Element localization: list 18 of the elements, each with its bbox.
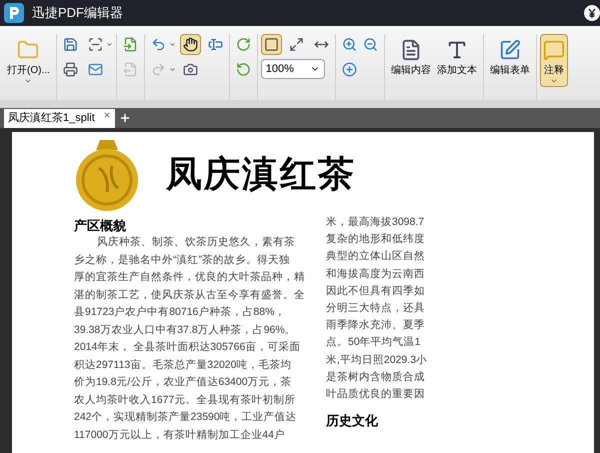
section-heading: 产区概貌 (74, 218, 127, 234)
document-title: 凤庆滇红茶 (166, 153, 356, 197)
currency-icon[interactable] (584, 5, 600, 21)
close-icon[interactable] (102, 111, 111, 119)
toolbar-button[interactable]: 注释 (540, 34, 568, 87)
section-heading: 历史文化 (326, 413, 379, 430)
medal-icon (74, 138, 140, 212)
toolbar-button[interactable]: 编辑表单 (486, 34, 533, 79)
document-tab[interactable]: 凤庆滇红茶1_split (4, 109, 115, 128)
app-logo-icon (4, 3, 24, 23)
body-paragraph: 风庆种茶、制茶、饮茶历史悠久，素有茶 乡之称，是驰名中外“滇红”茶的故乡。得天独 厚的宜茶生产自然条件，优良的大叶茶品种，精 湛的制茶工艺，使风庆茶从古至今享有盛誉。全 县91723户农户中有80716户种茶，占88%， 39.38万农业人口中有37.8万人种茶，占96%。 2014年末， 全县茶叶面积达305766亩，可采面 积达297113亩。毛茶总产量32020吨，毛茶均 价为19.8元/公斤，农业产值达63400万元，茶 农人均茶叶收入1677元。全县现有茶叶初制所 242个，实现精制茶产量23590吨，工业产值达 117000万元以上，有茶叶精制加工企业44户 (74, 235, 306, 442)
body-paragraph: 米，最高海拔3098.7 复杂的地形和低纬度 典型的立体山区自然 和海拔高度为云南西 因此不但具有四季如 分明三大特点，还具 雨季降水充沛、夏季 点。50年平均气温1 米,平均日照2029.3小 是茶树内含物质合成 叶品质优良的重要因 (326, 215, 428, 402)
new-tab-icon[interactable] (118, 112, 131, 124)
toolbar-button[interactable]: 编辑内容 (388, 34, 434, 79)
toolbar-button[interactable]: 添加文本 (434, 34, 480, 79)
window-title: 迅捷PDF编辑器 (32, 4, 124, 22)
zoom-field[interactable]: 100% (260, 59, 325, 79)
toolbar-button[interactable]: 打开(O)... (4, 34, 53, 87)
